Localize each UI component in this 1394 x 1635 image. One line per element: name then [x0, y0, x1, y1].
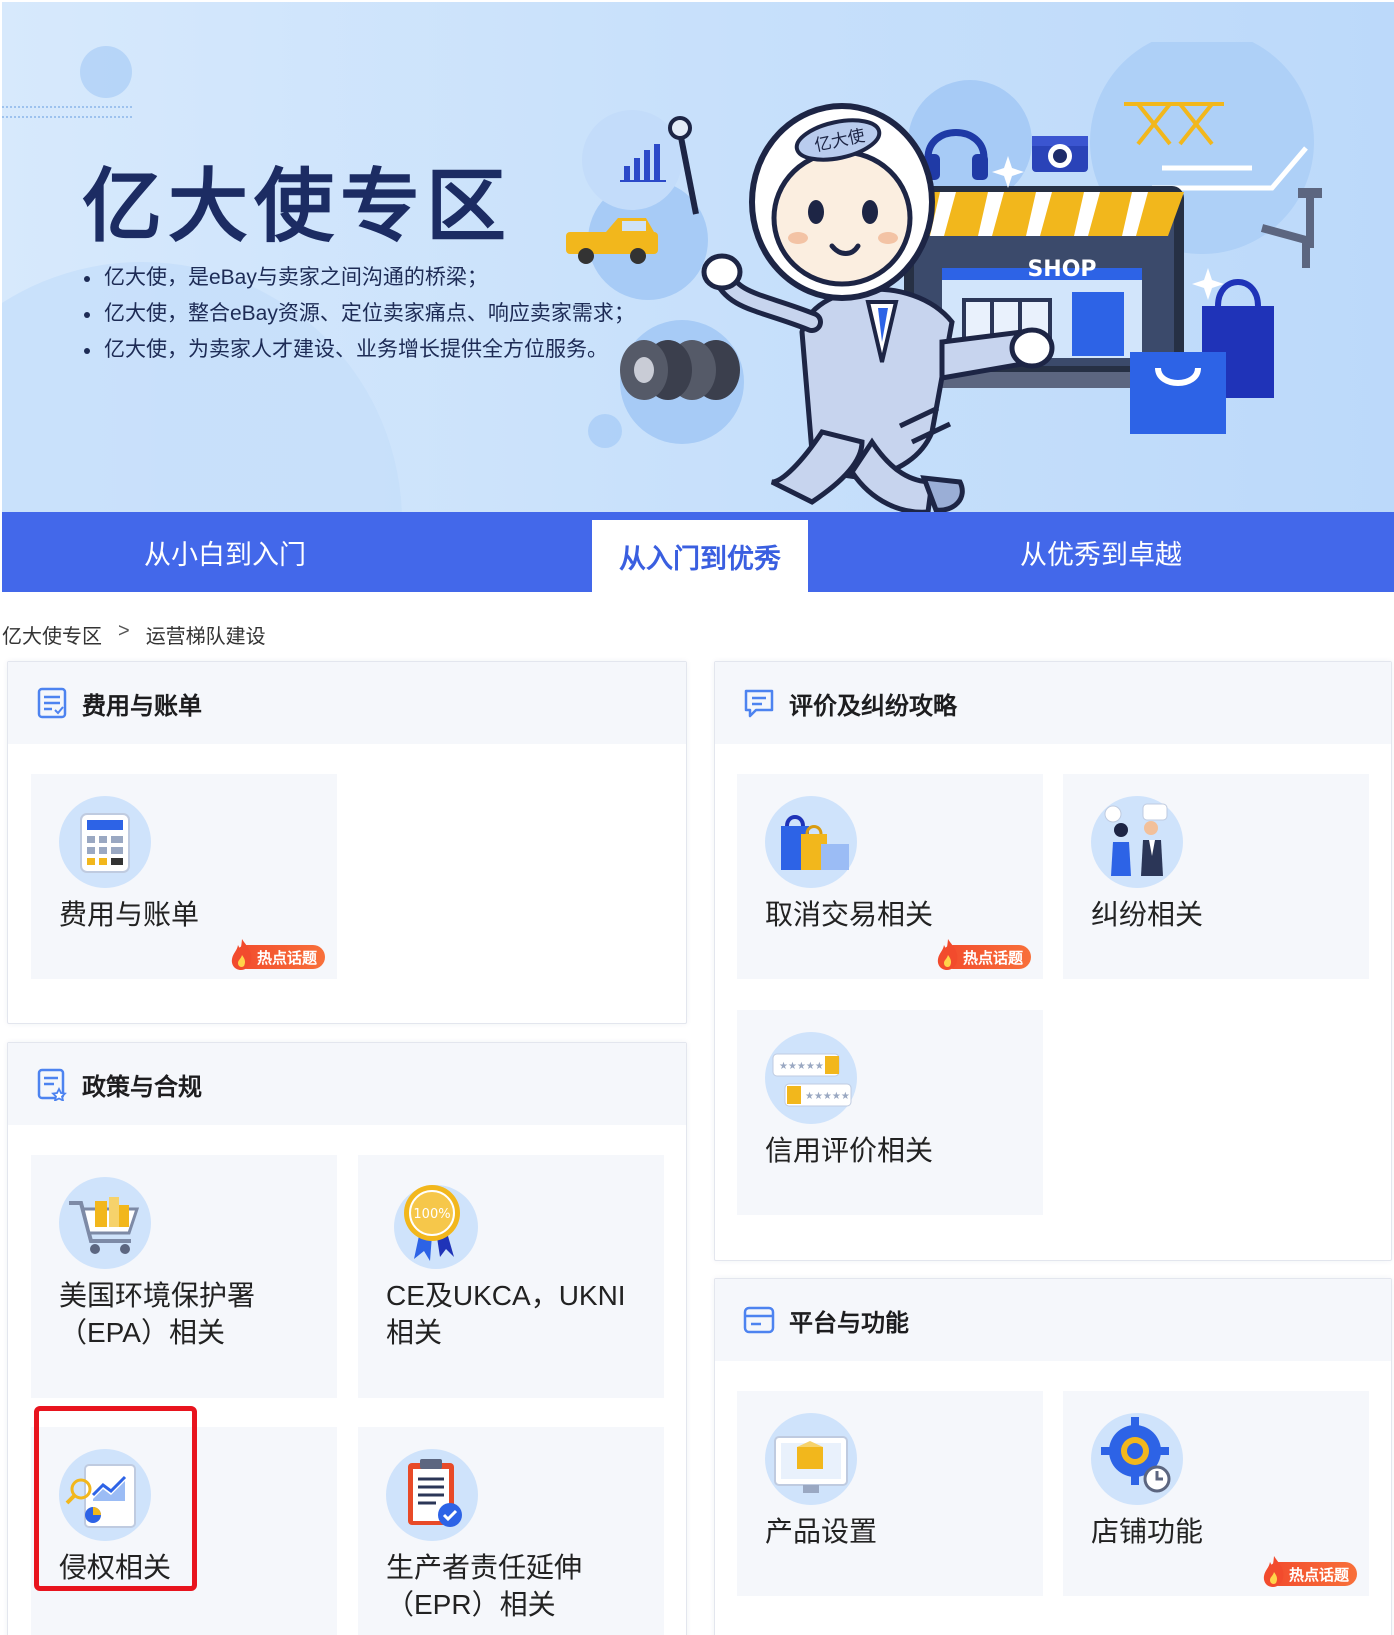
hot-topic-label: 热点话题	[256, 949, 317, 967]
certificate-badge-icon: 100%	[394, 1185, 478, 1269]
shop-sign: SHOP	[1027, 257, 1096, 282]
card-label: 美国环境保护署（EPA）相关	[59, 1280, 256, 1348]
stage-tabs: 从小白到入门 从入门到优秀 从优秀到卓越	[2, 512, 1394, 592]
card-label: 信用评价相关	[765, 1135, 934, 1166]
card-epa[interactable]: 美国环境保护署（EPA）相关	[31, 1155, 337, 1398]
svg-text:★★★★★: ★★★★★	[779, 1061, 824, 1072]
breadcrumb: 亿大使专区 > 运营梯队建设	[2, 620, 266, 649]
card-label: 产品设置	[765, 1516, 878, 1547]
decor-bubble	[80, 46, 132, 98]
certificate-badge-text: 100%	[413, 1207, 450, 1222]
flame-icon	[937, 939, 958, 970]
banner-title: 亿大使专区	[82, 160, 512, 253]
svg-text:★★★★★: ★★★★★	[805, 1091, 850, 1102]
banner-bullet-list: 亿大使，是eBay与卖家之间沟通的桥梁； 亿大使，整合eBay资源、定位卖家痛点…	[82, 260, 635, 368]
card-store-features[interactable]: 店铺功能 热点话题	[1063, 1391, 1369, 1596]
tab-intermediate-active[interactable]: 从入门到优秀	[592, 520, 808, 592]
card-label: CE及UKCA，UKNI相关	[386, 1280, 626, 1348]
breadcrumb-root-link[interactable]: 亿大使专区	[2, 620, 102, 649]
decor-dots	[2, 106, 132, 118]
message-icon	[741, 685, 777, 721]
mascot-illustration: SHOP 亿大使	[566, 42, 1322, 512]
card-feedback[interactable]: ★★★★★ ★★★★★ 信用评价相关	[737, 1010, 1043, 1215]
hot-topic-label: 热点话题	[1288, 1566, 1349, 1584]
policy-doc-icon	[34, 1066, 70, 1102]
clipboard-check-icon	[386, 1449, 478, 1541]
card-ce-ukca[interactable]: 100% CE及UKCA，UKNI相关	[358, 1155, 664, 1398]
card-label: 取消交易相关	[765, 899, 934, 930]
shopping-bags-icon	[765, 796, 857, 888]
calculator-icon	[59, 796, 151, 888]
window-icon	[741, 1302, 777, 1338]
card-billing[interactable]: 费用与账单 热点话题	[31, 774, 337, 979]
hot-topic-badge: 热点话题	[231, 939, 325, 970]
gear-clock-icon	[1091, 1413, 1183, 1505]
card-epr[interactable]: 生产者责任延伸（EPR）相关	[358, 1427, 664, 1635]
product-box-icon	[765, 1413, 857, 1505]
panel-disputes: 评价及纠纷攻略 取消交易相关 热点话题 纠纷相关 ★★★★★ ★★★★★ 信用评…	[714, 661, 1392, 1261]
flame-icon	[231, 939, 252, 970]
card-disputes[interactable]: 纠纷相关	[1063, 774, 1369, 979]
breadcrumb-separator: >	[118, 620, 130, 642]
panel-title: 评价及纠纷攻略	[789, 692, 957, 720]
highlight-annotation-box	[34, 1406, 197, 1591]
panel-platform-header: 平台与功能	[715, 1279, 1391, 1361]
breadcrumb-current: 运营梯队建设	[145, 626, 266, 648]
tab-advanced[interactable]: 从优秀到卓越	[808, 512, 1394, 592]
rating-cards-icon: ★★★★★ ★★★★★	[765, 1032, 857, 1124]
panel-policy-header: 政策与合规	[8, 1043, 686, 1125]
card-label: 纠纷相关	[1091, 899, 1204, 930]
hot-topic-label: 热点话题	[962, 949, 1023, 967]
panel-billing-header: 费用与账单	[8, 662, 686, 744]
bill-icon	[34, 685, 70, 721]
card-label: 店铺功能	[1091, 1516, 1204, 1547]
banner-bullet: 亿大使，是eBay与卖家之间沟通的桥梁；	[82, 260, 635, 296]
shopping-cart-icon	[59, 1177, 151, 1269]
panel-title: 费用与账单	[82, 692, 202, 720]
flame-icon	[1263, 1556, 1284, 1587]
card-label: 生产者责任延伸（EPR）相关	[386, 1552, 583, 1620]
panel-title: 平台与功能	[789, 1309, 909, 1337]
people-talk-icon	[1091, 796, 1183, 888]
card-product-settings[interactable]: 产品设置	[737, 1391, 1043, 1596]
banner-bullet: 亿大使，整合eBay资源、定位卖家痛点、响应卖家需求；	[82, 296, 635, 332]
panel-platform: 平台与功能 产品设置 店铺功能 热点话题	[714, 1278, 1392, 1635]
card-cancel-transaction[interactable]: 取消交易相关 热点话题	[737, 774, 1043, 979]
card-label: 费用与账单	[59, 899, 200, 930]
hot-topic-badge: 热点话题	[937, 939, 1031, 970]
panel-disputes-header: 评价及纠纷攻略	[715, 662, 1391, 744]
hero-banner: 亿大使专区 亿大使，是eBay与卖家之间沟通的桥梁； 亿大使，整合eBay资源、…	[2, 2, 1394, 512]
panel-title: 政策与合规	[82, 1073, 202, 1101]
tab-beginner[interactable]: 从小白到入门	[2, 512, 448, 592]
panel-billing: 费用与账单 费用与账单 热点话题	[7, 661, 687, 1024]
banner-bullet: 亿大使，为卖家人才建设、业务增长提供全方位服务。	[82, 332, 635, 368]
hot-topic-badge: 热点话题	[1263, 1556, 1357, 1587]
